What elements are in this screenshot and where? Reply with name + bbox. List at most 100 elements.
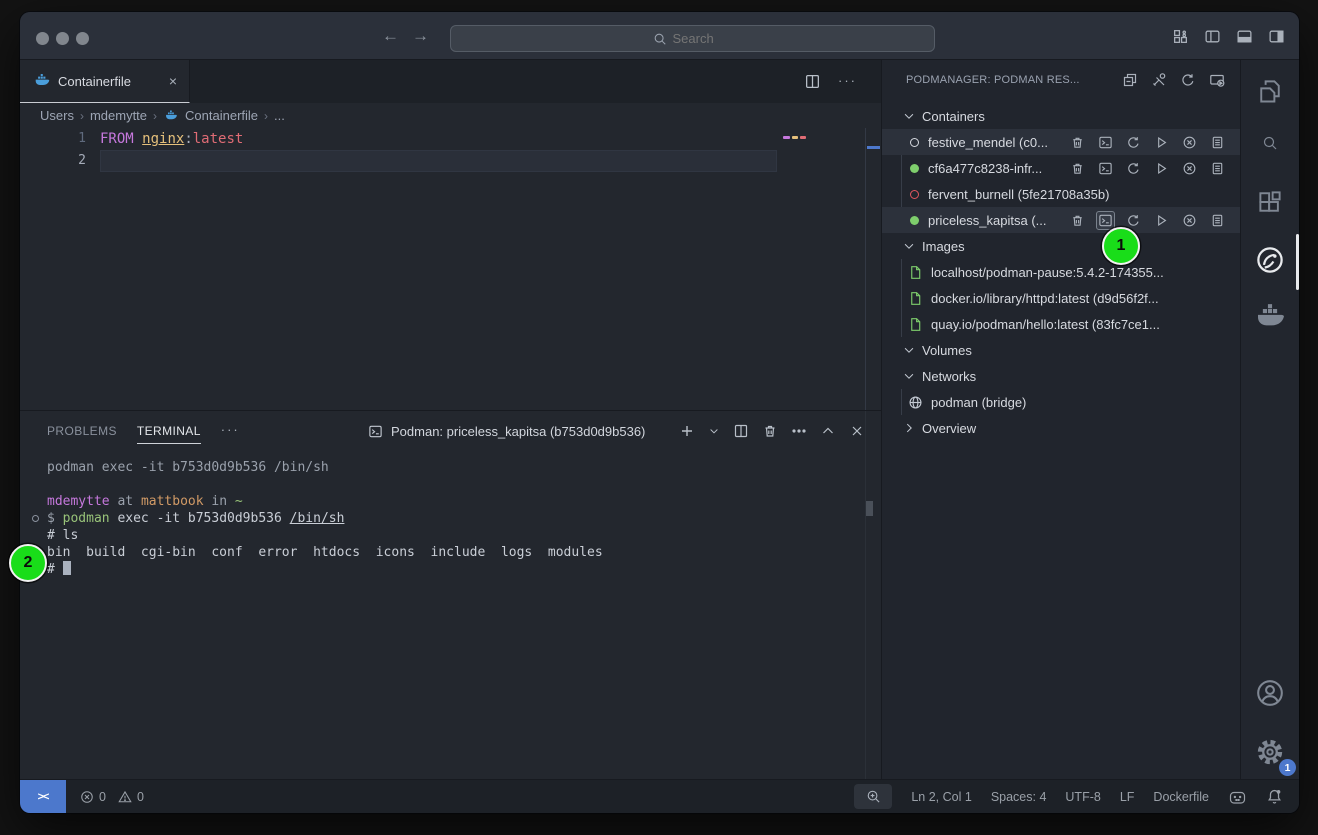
chevron-down-icon <box>902 239 916 253</box>
code-editor[interactable]: 1FROM nginx:latest2 <box>20 128 881 410</box>
play-icon[interactable] <box>1154 213 1169 228</box>
restart-icon[interactable] <box>1126 213 1141 228</box>
activitybar-account-icon[interactable] <box>1250 673 1290 713</box>
code-line[interactable]: 1FROM nginx:latest <box>20 128 881 150</box>
breadcrumb-item[interactable]: Users <box>40 108 74 123</box>
minimize-window-button[interactable] <box>56 32 69 45</box>
image-row[interactable]: localhost/podman-pause:5.4.2-174355... <box>882 259 1240 285</box>
section-volumes[interactable]: Volumes <box>882 337 1240 363</box>
trash-icon[interactable] <box>1070 135 1085 150</box>
error-count: 0 <box>99 790 106 804</box>
trash-icon[interactable] <box>1070 161 1085 176</box>
titlebar: ← → <box>20 12 1299 60</box>
section-containers[interactable]: Containers <box>882 103 1240 129</box>
play-icon[interactable] <box>1154 161 1169 176</box>
terminal-title[interactable]: Podman: priceless_kapitsa (b753d0d9b536) <box>368 411 645 451</box>
editor-more-actions-icon[interactable]: ··· <box>838 73 857 88</box>
bell-icon[interactable] <box>1266 788 1283 805</box>
command-decoration-icon[interactable] <box>32 515 39 522</box>
activitybar-search-icon[interactable] <box>1250 123 1290 163</box>
breadcrumb-item[interactable]: mdemytte <box>90 108 147 123</box>
stop-icon[interactable] <box>1182 135 1197 150</box>
activitybar-docker-whale-icon[interactable] <box>1250 298 1290 338</box>
logs-icon[interactable] <box>1210 161 1225 176</box>
more-icon[interactable] <box>791 423 807 439</box>
search-input[interactable] <box>673 31 733 46</box>
tools-icon[interactable] <box>1151 72 1167 88</box>
statusbar-item[interactable]: Ln 2, Col 1 <box>911 790 971 804</box>
refresh-icon[interactable] <box>1180 72 1196 88</box>
trash-icon[interactable] <box>762 423 778 439</box>
globe-icon <box>908 395 923 410</box>
network-row[interactable]: podman (bridge) <box>882 389 1240 415</box>
code-line[interactable]: 2 <box>20 150 881 172</box>
breadcrumb[interactable]: Users›mdemytte›Containerfile›... <box>20 103 881 128</box>
terminal-icon[interactable] <box>1098 135 1113 150</box>
terminal-scrollbar[interactable] <box>866 501 873 516</box>
section-label: Overview <box>922 421 976 436</box>
section-label: Images <box>922 239 965 254</box>
breadcrumb-separator: › <box>153 109 157 123</box>
command-center-search[interactable] <box>450 25 935 52</box>
section-networks[interactable]: Networks <box>882 363 1240 389</box>
statusbar-item[interactable]: LF <box>1120 790 1135 804</box>
play-icon[interactable] <box>1154 135 1169 150</box>
container-row[interactable]: priceless_kapitsa (... <box>882 207 1240 233</box>
terminal-line <box>47 476 881 493</box>
back-arrow-icon[interactable]: ← <box>382 26 399 46</box>
customize-layout-icon[interactable] <box>1172 28 1189 45</box>
tab-containerfile[interactable]: Containerfile × <box>20 60 190 103</box>
statusbar-item[interactable]: Dockerfile <box>1153 790 1209 804</box>
terminal-icon[interactable] <box>1098 161 1113 176</box>
panel-tab-problems[interactable]: PROBLEMS <box>47 411 117 451</box>
item-label: docker.io/library/httpd:latest (d9d56f2f… <box>931 291 1159 306</box>
close-tab-icon[interactable]: × <box>169 73 177 89</box>
panel-tab-terminal[interactable]: TERMINAL <box>137 411 201 451</box>
new-terminal-icon[interactable] <box>679 423 695 439</box>
toggle-sidebar-icon[interactable] <box>1204 28 1221 45</box>
maximize-panel-icon[interactable] <box>820 423 836 439</box>
activitybar-extensions-icon[interactable] <box>1250 182 1290 222</box>
collapse-all-icon[interactable] <box>1122 72 1138 88</box>
problems-status[interactable]: 0 0 <box>80 790 144 804</box>
split-editor-icon[interactable] <box>804 73 821 90</box>
terminal-icon[interactable] <box>1098 213 1113 228</box>
section-overview[interactable]: Overview <box>882 415 1240 441</box>
split-terminal-icon[interactable] <box>733 423 749 439</box>
statusbar-item[interactable]: UTF-8 <box>1065 790 1100 804</box>
image-row[interactable]: quay.io/podman/hello:latest (83fc7ce1... <box>882 311 1240 337</box>
editor-tabstrip: Containerfile × ··· <box>20 60 881 103</box>
activitybar-settings-gear-icon[interactable]: 1 <box>1250 732 1290 772</box>
toggle-secondary-sidebar-icon[interactable] <box>1268 28 1285 45</box>
podman-machine-icon[interactable] <box>1228 789 1247 805</box>
container-row[interactable]: cf6a477c8238-infr... <box>882 155 1240 181</box>
toggle-panel-icon[interactable] <box>1236 28 1253 45</box>
forward-arrow-icon[interactable]: → <box>412 26 429 46</box>
breadcrumb-item[interactable]: ... <box>274 108 285 123</box>
statusbar-item[interactable]: Spaces: 4 <box>991 790 1047 804</box>
trash-icon[interactable] <box>1070 213 1085 228</box>
restart-icon[interactable] <box>1126 161 1141 176</box>
chevron-down-icon[interactable] <box>708 425 720 437</box>
close-window-button[interactable] <box>36 32 49 45</box>
restart-icon[interactable] <box>1126 135 1141 150</box>
container-row[interactable]: fervent_burnell (5fe21708a35b) <box>882 181 1240 207</box>
logs-icon[interactable] <box>1210 213 1225 228</box>
stop-icon[interactable] <box>1182 213 1197 228</box>
run-screen-icon[interactable] <box>1209 72 1225 88</box>
logs-icon[interactable] <box>1210 135 1225 150</box>
zoom-indicator[interactable] <box>854 784 892 809</box>
terminal-output[interactable]: podman exec -it b753d0d9b536 /bin/shmdem… <box>20 451 881 779</box>
close-panel-icon[interactable] <box>849 423 865 439</box>
breadcrumb-item[interactable]: Containerfile <box>163 108 258 123</box>
resource-tree: Containersfestive_mendel (c0...cf6a477c8… <box>882 100 1240 441</box>
container-row[interactable]: festive_mendel (c0... <box>882 129 1240 155</box>
activitybar-explorer-icon[interactable] <box>1250 71 1290 111</box>
panel-more-tabs-icon[interactable]: ··· <box>221 422 240 437</box>
activitybar-podman-icon[interactable] <box>1250 240 1290 280</box>
section-images[interactable]: Images <box>882 233 1240 259</box>
remote-indicator[interactable]: >< <box>20 780 66 814</box>
zoom-window-button[interactable] <box>76 32 89 45</box>
image-row[interactable]: docker.io/library/httpd:latest (d9d56f2f… <box>882 285 1240 311</box>
stop-icon[interactable] <box>1182 161 1197 176</box>
